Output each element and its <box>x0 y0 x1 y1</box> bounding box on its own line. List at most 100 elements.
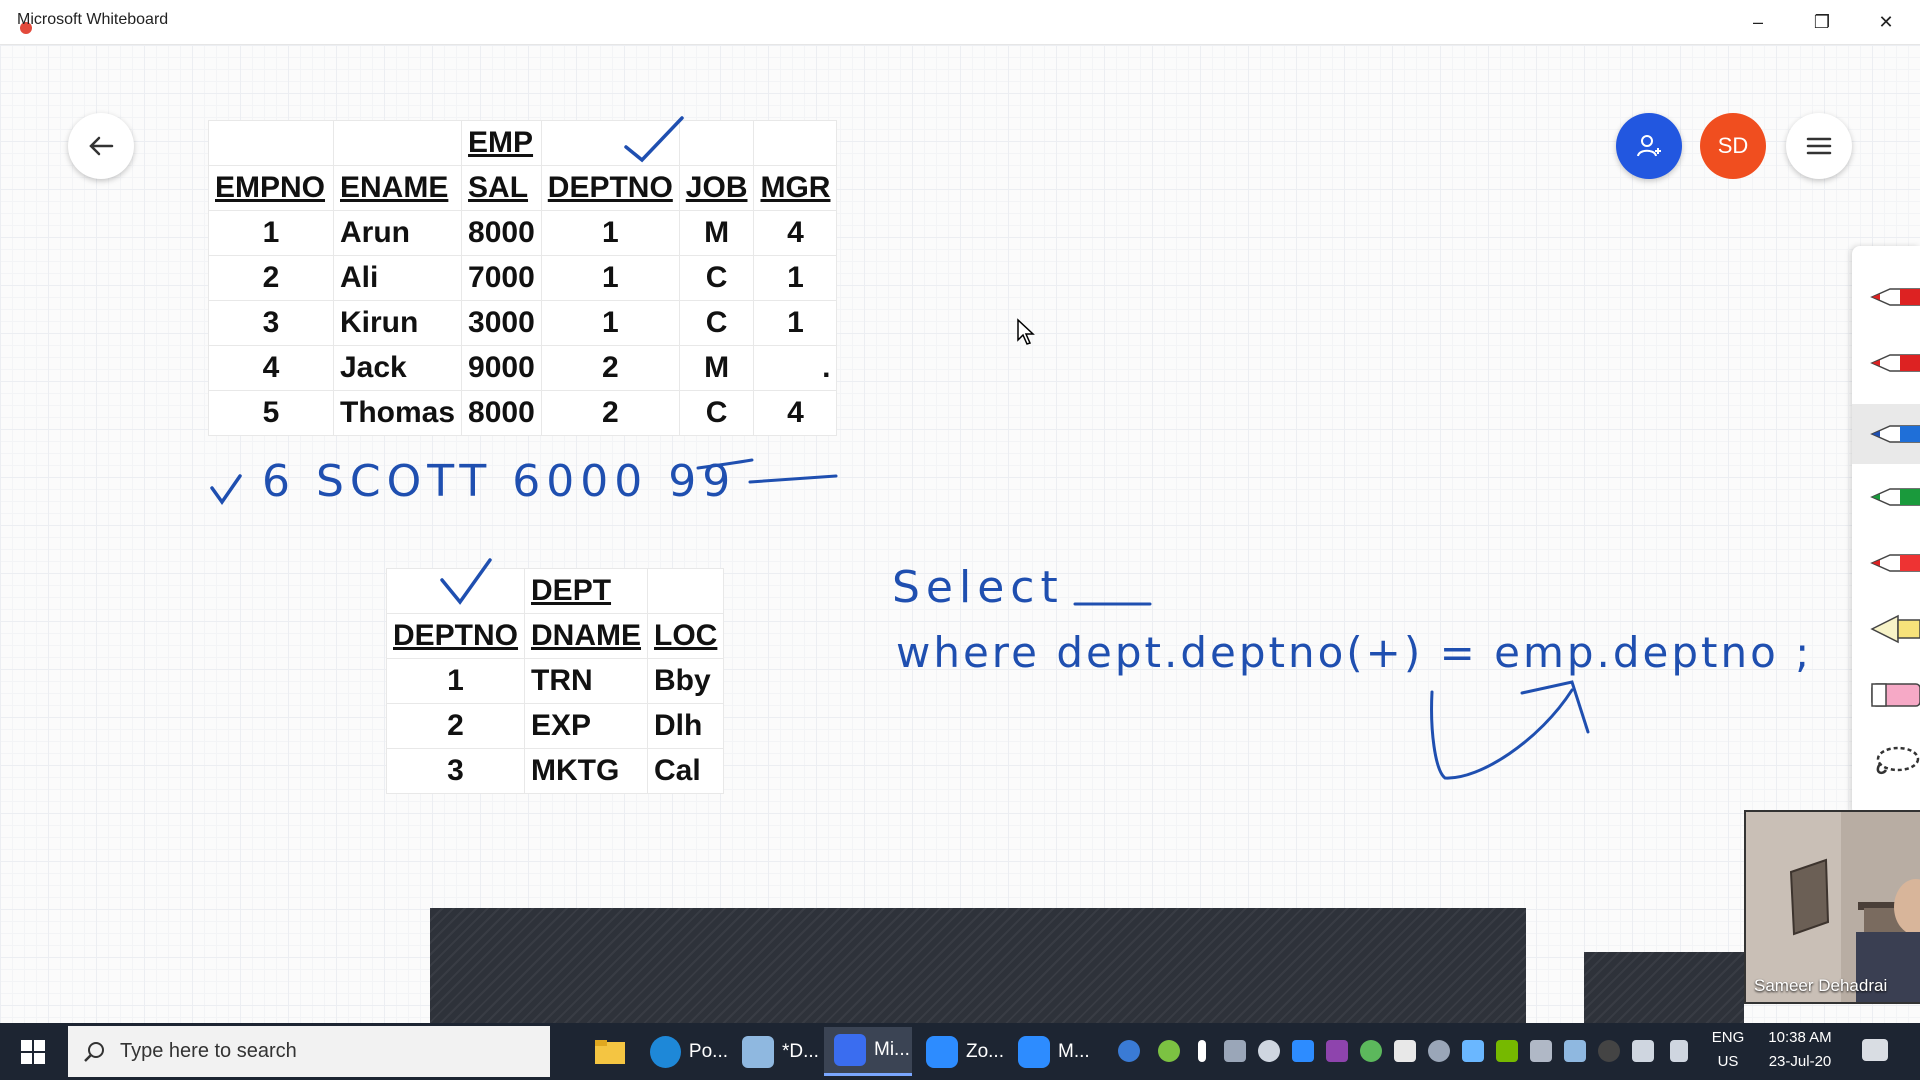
battery-icon[interactable] <box>1224 1040 1246 1062</box>
table-cell: Ali <box>332 255 463 301</box>
speaker-icon[interactable] <box>1632 1040 1654 1062</box>
window-title: Microsoft Whiteboard <box>17 11 169 28</box>
restore-button[interactable]: ❐ <box>1790 0 1854 44</box>
start-button[interactable] <box>0 1023 66 1080</box>
menu-button[interactable] <box>1786 113 1852 179</box>
device-icon[interactable] <box>1530 1040 1552 1062</box>
column-header: SAL <box>461 165 542 211</box>
taskbar-app-whiteboard[interactable]: Mi... <box>824 1027 912 1076</box>
whiteboard-icon <box>834 1034 866 1066</box>
column-header: MGR <box>753 165 838 211</box>
nvidia-icon[interactable] <box>1496 1040 1518 1062</box>
pen-input-icon[interactable] <box>1670 1040 1688 1062</box>
close-button[interactable]: ✕ <box>1854 0 1918 44</box>
clock-time[interactable]: 10:38 AM <box>1758 1029 1842 1046</box>
lasso-icon[interactable] <box>1868 744 1920 778</box>
green-pen-icon[interactable] <box>1868 480 1920 514</box>
notepad-icon <box>742 1035 774 1068</box>
upwork-icon[interactable] <box>1360 1040 1382 1062</box>
table-cell: Kirun <box>332 300 463 346</box>
participant-name: Sameer Dehadrai <box>1754 976 1888 995</box>
taskbar-app-zoom[interactable]: Zo... <box>916 1027 1004 1076</box>
taskbar-app-edge[interactable]: Po... <box>640 1027 728 1076</box>
column-header: JOB <box>678 165 755 211</box>
help-icon[interactable] <box>1118 1040 1140 1062</box>
taskbar: Type here to search Po... *D... Mi... Zo… <box>0 1023 1920 1080</box>
table-cell: 3000 <box>461 300 542 346</box>
invite-button[interactable] <box>1616 113 1682 179</box>
zoom-tray-icon[interactable] <box>1292 1040 1314 1062</box>
onenote-icon[interactable] <box>1326 1040 1348 1062</box>
table-cell: Cal <box>647 748 725 794</box>
language-indicator[interactable]: ENG <box>1708 1029 1748 1046</box>
table-row: 1 Arun 8000 1 M 4 <box>208 210 838 256</box>
red-pen-icon[interactable] <box>1868 346 1920 380</box>
file-explorer-button[interactable] <box>584 1027 636 1076</box>
shield-icon[interactable] <box>1394 1040 1416 1062</box>
bluetooth-icon[interactable] <box>1598 1040 1620 1062</box>
table-cell: 4 <box>753 390 838 436</box>
security-check-icon[interactable] <box>1158 1040 1180 1062</box>
column-header: DEPTNO <box>385 613 526 659</box>
table-row: 4 Jack 9000 2 M . <box>208 345 838 391</box>
table-cell: 2 <box>385 703 526 749</box>
table-cell: 1 <box>385 658 526 704</box>
mouse-cursor-icon <box>1017 318 1035 345</box>
clock-date: 23-Jul-20 <box>1768 1053 1832 1070</box>
emp-table-title: EMP <box>461 120 542 166</box>
table-cell: MKTG <box>524 748 649 794</box>
pen-toolbar[interactable] <box>1852 246 1920 816</box>
taskbar-app-label: *D... <box>782 1040 819 1062</box>
table-row: 3 MKTG Cal <box>385 748 725 794</box>
taskbar-app-document[interactable]: *D... <box>732 1027 820 1076</box>
steam-icon[interactable] <box>1258 1040 1280 1062</box>
taskbar-app-label: Zo... <box>965 1040 1004 1062</box>
folder-icon <box>595 1039 625 1064</box>
taskbar-app-label: Po... <box>688 1040 728 1062</box>
table-cell: 3 <box>208 300 334 346</box>
table-cell: 1 <box>208 210 334 256</box>
search-icon <box>84 1041 104 1062</box>
highlighter-icon[interactable] <box>1868 612 1920 646</box>
table-cell: M <box>678 210 755 256</box>
table-cell: 1 <box>540 300 680 346</box>
notepad-tray-icon[interactable] <box>1564 1040 1586 1062</box>
table-cell: Dlh <box>647 703 725 749</box>
emp-header-row: EMPNO ENAME SAL DEPTNO JOB MGR <box>208 165 838 211</box>
windows-logo-icon <box>21 1039 45 1064</box>
table-row: 3 Kirun 3000 1 C 1 <box>208 300 838 346</box>
table-row: 2 EXP Dlh <box>385 703 725 749</box>
table-cell: Bby <box>647 658 725 704</box>
dept-table[interactable]: DEPT DEPTNO DNAME LOC 1 TRN Bby 2 EXP Dl… <box>385 568 725 794</box>
video-thumbnail[interactable]: Sameer Dehadrai <box>1744 810 1920 1004</box>
eraser-icon[interactable] <box>1868 678 1920 712</box>
notifications-icon[interactable] <box>1862 1039 1888 1061</box>
user-avatar[interactable]: SD <box>1700 113 1766 179</box>
snowflake-icon[interactable] <box>1462 1040 1484 1062</box>
table-cell: 1 <box>540 210 680 256</box>
taskbar-app-meeting[interactable]: M... <box>1008 1027 1096 1076</box>
blue-pen-icon[interactable] <box>1852 404 1920 464</box>
red-pen-icon[interactable] <box>1868 280 1920 314</box>
microphone-icon[interactable] <box>1198 1040 1206 1062</box>
title-bar: Microsoft Whiteboard – ❐ ✕ <box>0 0 1920 45</box>
table-cell: 1 <box>753 300 838 346</box>
red-pen-icon[interactable] <box>1868 546 1920 580</box>
dept-header-row: DEPTNO DNAME LOC <box>385 613 725 659</box>
add-person-icon <box>1637 135 1661 157</box>
table-cell: 7000 <box>461 255 542 301</box>
emp-table[interactable]: EMP EMPNO ENAME SAL DEPTNO JOB MGR 1 Aru… <box>208 120 838 436</box>
table-cell: Thomas <box>332 390 463 436</box>
table-cell: C <box>678 255 755 301</box>
table-cell: 1 <box>540 255 680 301</box>
wifi-icon[interactable] <box>1428 1040 1450 1062</box>
back-button[interactable] <box>68 113 134 179</box>
region-indicator: US <box>1717 1053 1739 1070</box>
taskbar-search-box[interactable]: Type here to search <box>68 1026 550 1077</box>
table-cell: 2 <box>540 390 680 436</box>
minimize-button[interactable]: – <box>1726 0 1790 44</box>
ink-select-text: Select <box>892 562 1064 613</box>
table-cell: 8000 <box>461 210 542 256</box>
table-cell: 4 <box>753 210 838 256</box>
column-header: DNAME <box>524 613 649 659</box>
